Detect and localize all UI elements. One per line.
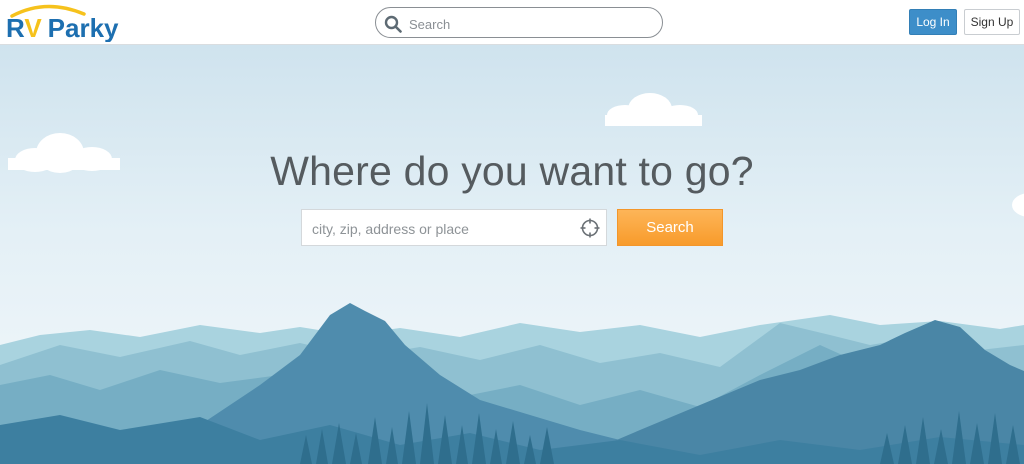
- top-navigation-bar: RVParky Log In Sign Up: [0, 0, 1024, 45]
- cloud-right: [605, 93, 702, 126]
- hero-section: Where do you want to go? Search: [0, 45, 1024, 464]
- login-button[interactable]: Log In: [909, 9, 957, 35]
- rv-parky-logo[interactable]: RV Parky: [6, 4, 130, 42]
- hero-search-button[interactable]: Search: [617, 209, 723, 246]
- place-search-box[interactable]: [301, 209, 607, 246]
- hero-headline: Where do you want to go?: [270, 148, 754, 194]
- search-icon[interactable]: [384, 15, 402, 33]
- place-search-input[interactable]: [310, 218, 574, 240]
- signup-button[interactable]: Sign Up: [964, 9, 1020, 35]
- cloud-edge: [1012, 193, 1024, 217]
- svg-text:RVParky: RV Parky: [6, 13, 119, 42]
- crosshair-locate-icon[interactable]: [580, 218, 600, 238]
- mountain-landscape-illustration: [0, 93, 1024, 464]
- header-search-input[interactable]: [407, 12, 651, 36]
- header-search-box[interactable]: [375, 7, 663, 38]
